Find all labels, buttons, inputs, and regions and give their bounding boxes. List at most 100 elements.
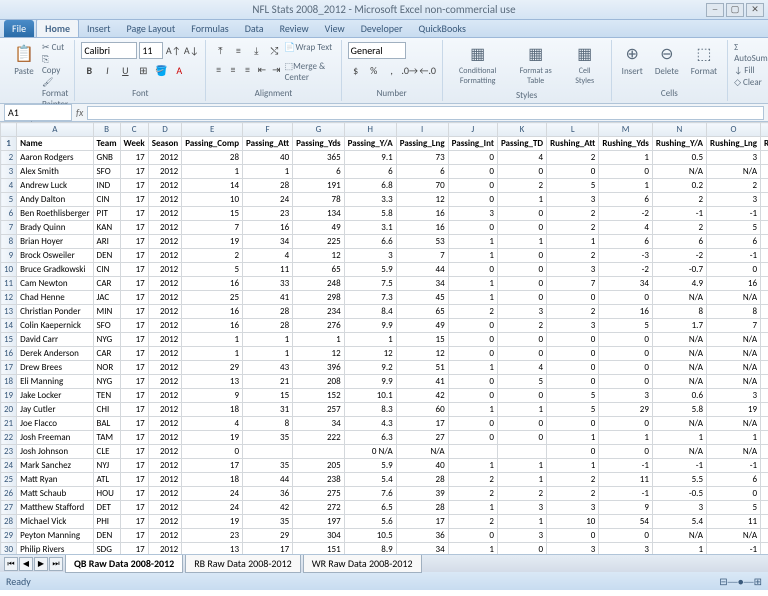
cell[interactable]: 1 bbox=[448, 543, 497, 555]
cell[interactable]: 5 bbox=[497, 375, 546, 389]
cell[interactable]: 24 bbox=[182, 501, 243, 515]
cell[interactable]: 0 bbox=[761, 445, 768, 459]
cell[interactable]: 0 bbox=[497, 221, 546, 235]
cell[interactable]: 2 bbox=[547, 305, 599, 319]
cell[interactable]: N/A bbox=[707, 165, 761, 179]
cell[interactable]: 7.3 bbox=[344, 291, 396, 305]
cell[interactable]: 34 bbox=[396, 543, 448, 555]
cell[interactable]: 0.2 bbox=[652, 179, 706, 193]
cell[interactable]: N/A bbox=[707, 361, 761, 375]
fill-button[interactable]: ↓ Fill bbox=[734, 65, 768, 76]
cell[interactable]: 34 bbox=[599, 277, 653, 291]
cell[interactable]: Cam Newton bbox=[17, 277, 93, 291]
cell[interactable]: 0 bbox=[448, 319, 497, 333]
cell[interactable]: 6 bbox=[396, 165, 448, 179]
cell[interactable]: 1 bbox=[497, 459, 546, 473]
cell[interactable]: 6 bbox=[293, 165, 345, 179]
cell[interactable]: 42 bbox=[396, 389, 448, 403]
cell[interactable]: 276 bbox=[293, 319, 345, 333]
bold-button[interactable]: B bbox=[81, 62, 97, 78]
cell[interactable]: Alex Smith bbox=[17, 165, 93, 179]
cell[interactable]: 10.5 bbox=[344, 529, 396, 543]
cell[interactable]: 0 bbox=[761, 165, 768, 179]
cell[interactable]: 44 bbox=[396, 263, 448, 277]
cell[interactable]: 17 bbox=[120, 179, 148, 193]
col-header[interactable]: G bbox=[293, 123, 345, 137]
tab-formulas[interactable]: Formulas bbox=[183, 20, 236, 37]
header-cell[interactable]: Rushing_Att bbox=[547, 137, 599, 151]
header-cell[interactable]: Team bbox=[93, 137, 120, 151]
sheet-nav-prev[interactable]: ◀ bbox=[19, 557, 33, 571]
cell[interactable]: 12 bbox=[293, 249, 345, 263]
cell[interactable]: 13 bbox=[182, 543, 243, 555]
cell[interactable]: 2012 bbox=[148, 543, 182, 555]
row-header[interactable]: 22 bbox=[1, 431, 17, 445]
cell[interactable]: 40 bbox=[243, 151, 293, 165]
cell[interactable]: 0 bbox=[497, 333, 546, 347]
cell[interactable]: Mark Sanchez bbox=[17, 459, 93, 473]
cell[interactable]: 1 bbox=[497, 193, 546, 207]
paste-button[interactable]: 📋 Paste bbox=[10, 42, 38, 79]
cell[interactable]: 6.3 bbox=[344, 431, 396, 445]
cell[interactable]: 17 bbox=[120, 291, 148, 305]
cell[interactable]: 0 bbox=[497, 165, 546, 179]
cell[interactable]: -2 bbox=[599, 263, 653, 277]
cell[interactable]: Matt Schaub bbox=[17, 487, 93, 501]
cell[interactable]: 2 bbox=[652, 221, 706, 235]
cell[interactable]: CIN bbox=[93, 193, 120, 207]
cell[interactable]: SDG bbox=[93, 543, 120, 555]
cell[interactable]: HOU bbox=[93, 487, 120, 501]
cell[interactable]: 1 bbox=[599, 431, 653, 445]
header-cell[interactable]: Passing_Lng bbox=[396, 137, 448, 151]
sheet-tab-qb[interactable]: QB Raw Data 2008-2012 bbox=[65, 555, 183, 573]
fill-color-button[interactable]: 🪣 bbox=[153, 62, 169, 78]
formula-input[interactable] bbox=[87, 106, 764, 120]
cell[interactable]: 0 bbox=[448, 179, 497, 193]
cell[interactable]: N/A bbox=[652, 347, 706, 361]
cell[interactable]: 16 bbox=[599, 305, 653, 319]
row-header[interactable]: 14 bbox=[1, 319, 17, 333]
row-header[interactable]: 15 bbox=[1, 333, 17, 347]
font-size-select[interactable] bbox=[139, 42, 163, 59]
cell[interactable]: 7.5 bbox=[344, 277, 396, 291]
cell[interactable]: 1 bbox=[497, 515, 546, 529]
cell[interactable]: 16 bbox=[396, 207, 448, 221]
cell[interactable]: 9.1 bbox=[344, 151, 396, 165]
cell[interactable]: 5.6 bbox=[344, 515, 396, 529]
cell[interactable]: 2012 bbox=[148, 305, 182, 319]
cell[interactable]: 11 bbox=[243, 263, 293, 277]
align-left-button[interactable]: ≡ bbox=[212, 61, 224, 77]
cell[interactable]: 0 bbox=[761, 263, 768, 277]
cell[interactable]: 9.9 bbox=[344, 319, 396, 333]
tab-data[interactable]: Data bbox=[237, 20, 272, 37]
cell[interactable]: Jay Cutler bbox=[17, 403, 93, 417]
cell[interactable]: 43 bbox=[243, 361, 293, 375]
cell[interactable]: 238 bbox=[293, 473, 345, 487]
cell[interactable]: NYG bbox=[93, 375, 120, 389]
header-cell[interactable]: Rushing_Y/A bbox=[652, 137, 706, 151]
format-table-button[interactable]: ▦Format as Table bbox=[511, 42, 561, 88]
cell[interactable]: 234 bbox=[293, 305, 345, 319]
cell[interactable]: 0 bbox=[599, 347, 653, 361]
cell[interactable]: 0 bbox=[761, 319, 768, 333]
cell[interactable]: 0 bbox=[761, 277, 768, 291]
cell[interactable]: 0 bbox=[547, 417, 599, 431]
align-center-button[interactable]: ≡ bbox=[227, 61, 239, 77]
cell[interactable]: N/A bbox=[707, 333, 761, 347]
cell[interactable]: 8.3 bbox=[344, 403, 396, 417]
cell[interactable]: 1 bbox=[448, 361, 497, 375]
clear-button[interactable]: ◇ Clear bbox=[734, 77, 768, 88]
cell[interactable]: 248 bbox=[293, 277, 345, 291]
row-header[interactable]: 21 bbox=[1, 417, 17, 431]
cell[interactable]: 134 bbox=[293, 207, 345, 221]
cell[interactable]: 17 bbox=[120, 263, 148, 277]
cell[interactable]: Jake Locker bbox=[17, 389, 93, 403]
close-button[interactable]: ✕ bbox=[746, 3, 764, 17]
cell[interactable]: 3 bbox=[448, 207, 497, 221]
cell[interactable]: -3 bbox=[599, 249, 653, 263]
cell[interactable]: 2012 bbox=[148, 277, 182, 291]
cell[interactable]: -1 bbox=[652, 459, 706, 473]
cell[interactable]: 275 bbox=[293, 487, 345, 501]
cell[interactable]: Michael Vick bbox=[17, 515, 93, 529]
cell[interactable]: 1 bbox=[243, 165, 293, 179]
